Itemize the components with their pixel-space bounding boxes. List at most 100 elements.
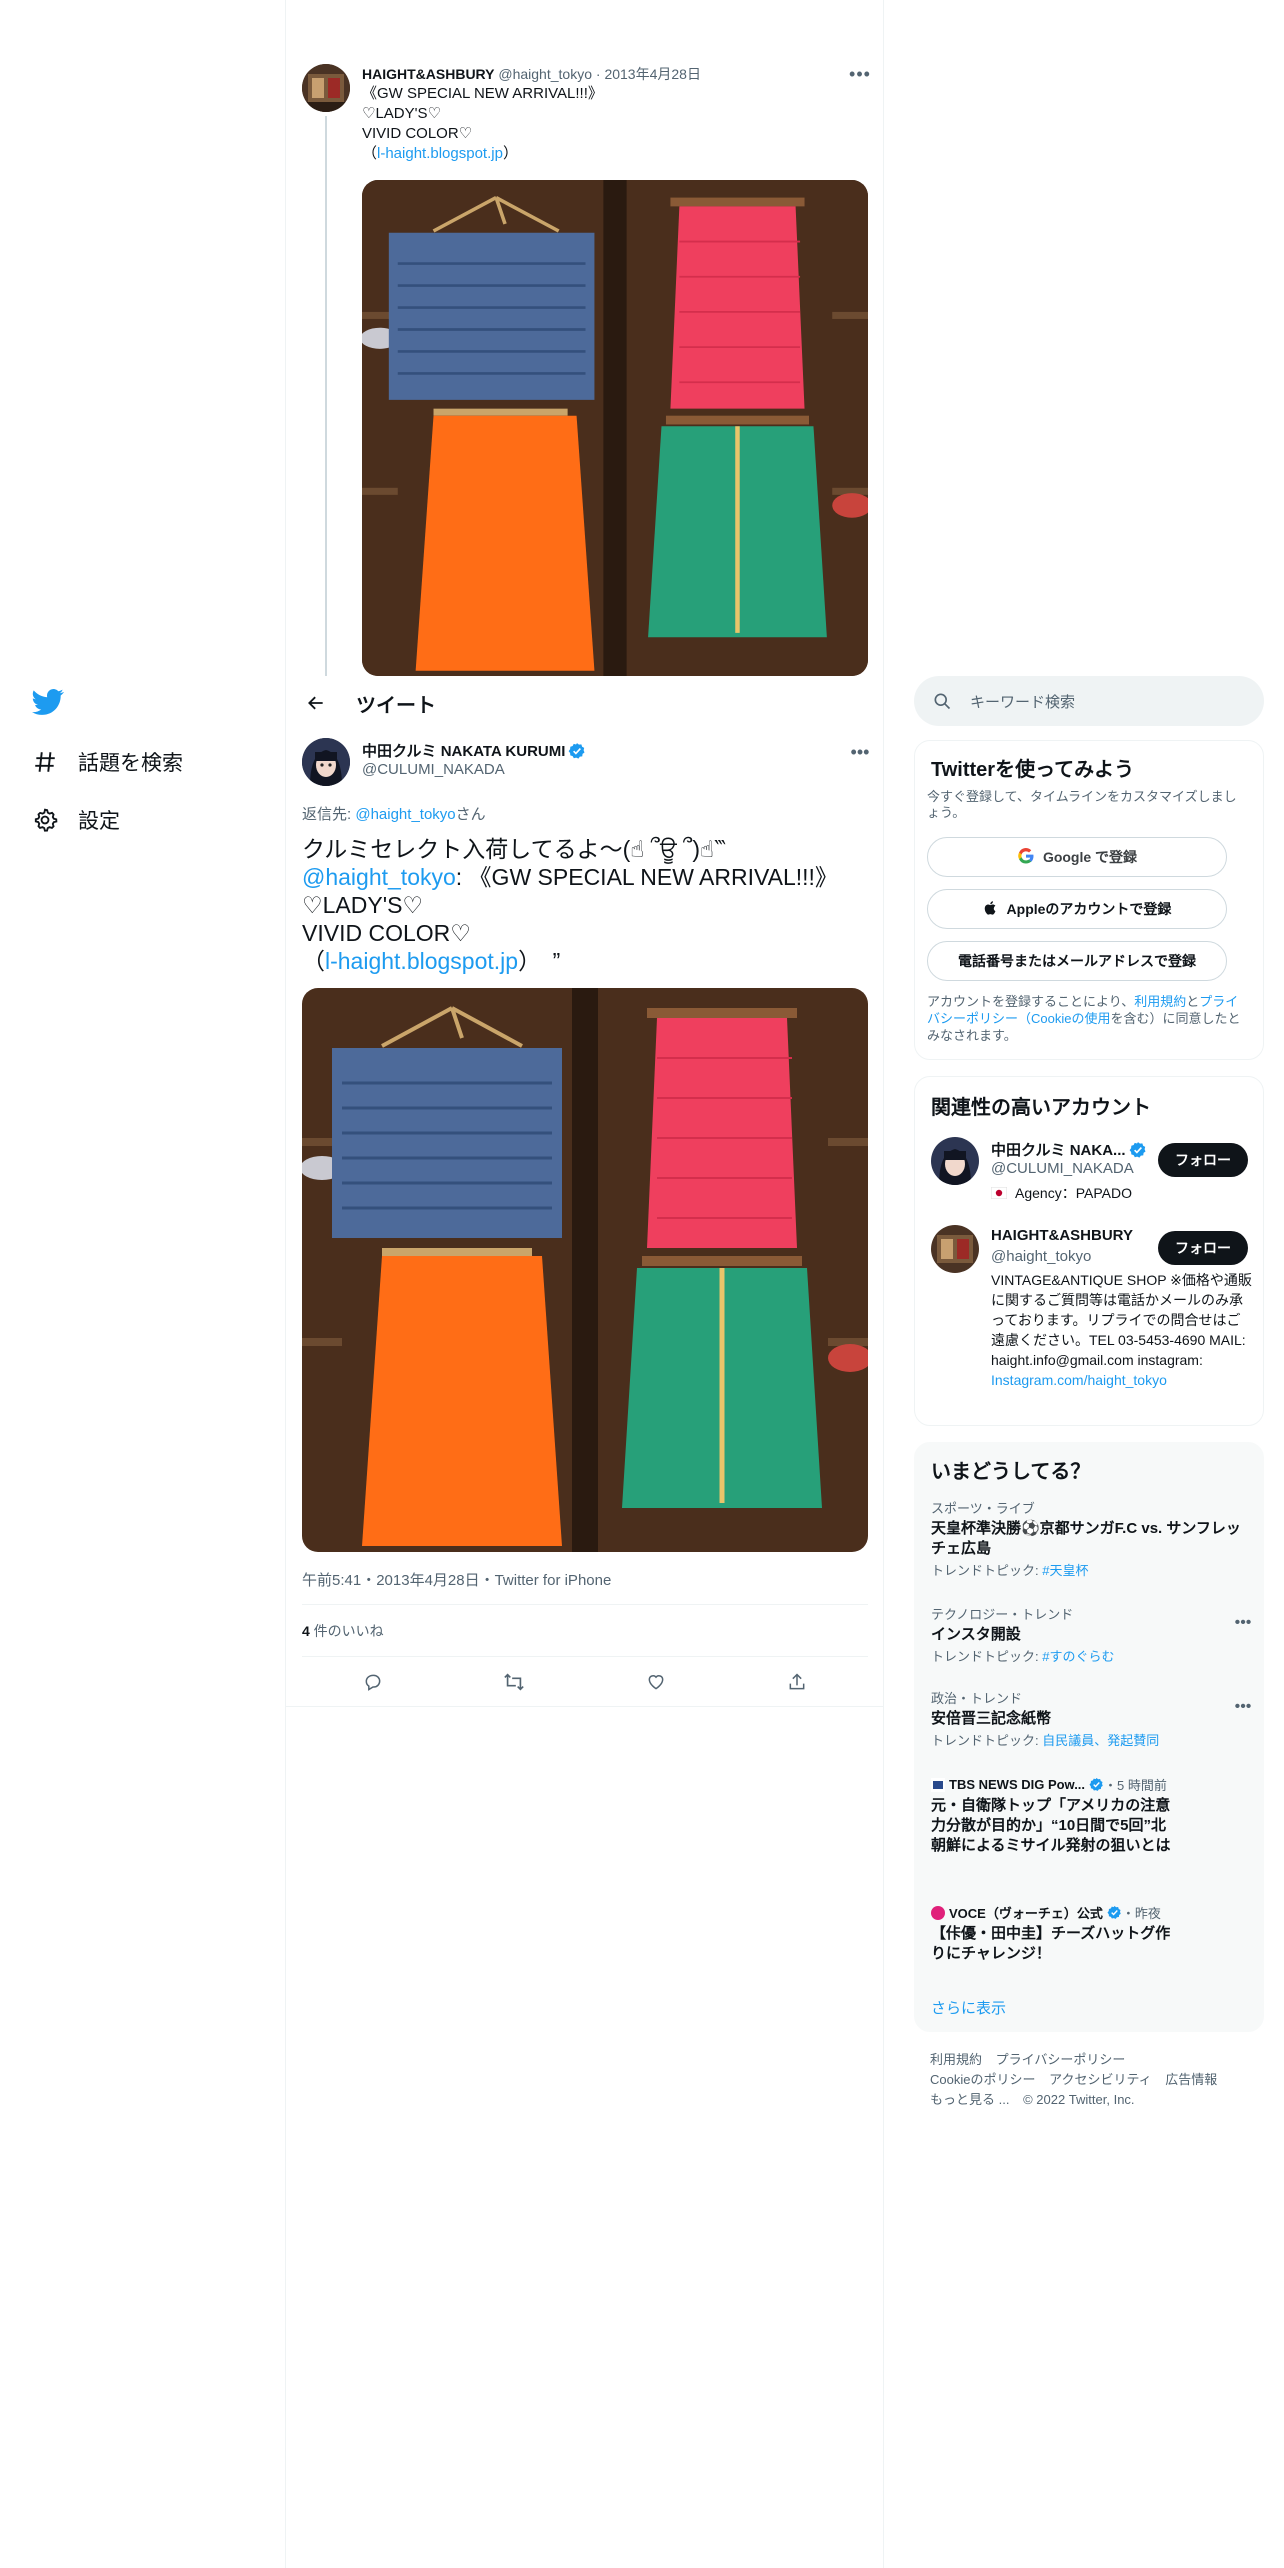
trend-subtitle: トレンドトピック: 自民議員、発起賛同 [931, 1733, 1251, 1749]
related-account-handle[interactable]: @haight_tokyo [991, 1248, 1091, 1265]
footer-link-terms[interactable]: 利用規約 [930, 2052, 982, 2067]
page-title: ツイート [356, 694, 436, 717]
parent-tweet-more-icon[interactable]: ••• [848, 62, 872, 86]
trend-subtitle: トレンドトピック: #天皇杯 [931, 1563, 1251, 1579]
nav-explore-label: 話題を検索 [78, 752, 183, 775]
left-navigation: 話題を検索 設定 [0, 0, 286, 2568]
parent-tweet-avatar[interactable] [302, 64, 350, 112]
divider [302, 1604, 868, 1605]
back-arrow-icon[interactable] [298, 685, 334, 721]
main-tweet-more-icon[interactable]: ••• [848, 740, 872, 764]
main-tweet-photo[interactable] [302, 988, 868, 1552]
parent-tweet-photo[interactable] [362, 180, 868, 676]
main-tweet-link[interactable]: l-haight.blogspot.jp [325, 948, 518, 974]
trend-topic-link[interactable]: #すのぐらむ [1042, 1649, 1114, 1664]
likes-label: 件のいいね [309, 1623, 384, 1639]
trend-item[interactable]: スポーツ・ライブ 天皇杯準決勝⚽京都サンガF.C vs. サンフレッチェ広島 ト… [931, 1501, 1251, 1579]
mention-link[interactable]: @haight_tokyo [302, 864, 456, 890]
main-tweet-author-name[interactable]: 中田クルミ NAKATA KURUMI [362, 740, 565, 761]
news-item[interactable]: VOCE（ヴォーチェ）公式 ・昨夜 【佧優・田中圭】チーズハットグ作りにチャレン… [931, 1903, 1251, 1964]
trend-context: 政治・トレンド [931, 1691, 1023, 1706]
terms-link[interactable]: 利用規約 [1134, 994, 1186, 1009]
twitter-logo-icon[interactable] [32, 686, 64, 718]
main-column: HAIGHT&ASHBURY @haight_tokyo · 2013年4月28… [286, 0, 884, 2568]
follow-button[interactable]: フォロー [1158, 1143, 1248, 1177]
related-account-bio: Agency：PAPADO [991, 1183, 1253, 1203]
verified-badge-icon [1129, 1141, 1147, 1159]
footer-link-cookies[interactable]: Cookieのポリシー [930, 2072, 1035, 2087]
gear-icon [30, 805, 60, 835]
signup-card: Twitterを使ってみよう 今すぐ登録して、タイムラインをカスタマイズしましょ… [914, 740, 1264, 1060]
main-tweet-paren: ） ” [518, 948, 561, 974]
trend-sub-prefix: トレンドトピック: [931, 1733, 1043, 1748]
news-item[interactable]: TBS NEWS DIG Pow... ・5 時間前 元・自衛隊トップ「アメリカ… [931, 1775, 1251, 1856]
like-heart-icon[interactable] [638, 1664, 674, 1700]
nav-explore[interactable]: 話題を検索 [30, 742, 183, 782]
thread-connector-line [325, 116, 327, 676]
trend-item[interactable]: 政治・トレンド 安倍晋三記念紙幣 トレンドトピック: 自民議員、発起賛同 [931, 1691, 1251, 1749]
follow-button[interactable]: フォロー [1158, 1231, 1248, 1265]
search-box[interactable]: キーワード検索 [914, 676, 1264, 726]
footer-link-privacy[interactable]: プライバシーポリシー [996, 2052, 1126, 2067]
related-accounts-card: 関連性の高いアカウント 中田クルミ NAKA... @CULUMI_NAKADA… [914, 1076, 1264, 1426]
related-account-avatar[interactable] [931, 1137, 979, 1185]
reply-icon[interactable] [355, 1664, 391, 1700]
right-sidebar: キーワード検索 Twitterを使ってみよう 今すぐ登録して、タイムラインをカス… [914, 0, 1264, 2568]
main-tweet-timestamp[interactable]: 午前5:41・2013年4月28日・Twitter for iPhone [302, 1569, 611, 1590]
signup-subtitle: 今すぐ登録して、タイムラインをカスタマイズしましょう。 [927, 789, 1237, 820]
likes-count-row[interactable]: 4 件のいいね [302, 1621, 384, 1641]
bio-instagram-link[interactable]: Instagram.com/haight_tokyo [991, 1372, 1167, 1388]
parent-tweet-link[interactable]: l-haight.blogspot.jp [377, 145, 503, 162]
reply-to-line: 返信先: @haight_tokyoさん [302, 803, 486, 824]
parent-tweet-date[interactable]: 2013年4月28日 [604, 66, 701, 82]
trend-sub-prefix: トレンドトピック: [931, 1563, 1043, 1578]
news-source-avatar [931, 1777, 945, 1792]
related-account-avatar[interactable] [931, 1225, 979, 1273]
trend-more-icon[interactable]: ••• [1233, 1613, 1253, 1633]
show-more-link[interactable]: さらに表示 [931, 1997, 1006, 2018]
trend-item[interactable]: テクノロジー・トレンド インスタ開設 トレンドトピック: #すのぐらむ [931, 1607, 1251, 1665]
parent-tweet-author-name[interactable]: HAIGHT&ASHBURY [362, 66, 494, 82]
related-account-name[interactable]: 中田クルミ NAKA... [991, 1139, 1147, 1160]
trend-more-icon[interactable]: ••• [1233, 1697, 1253, 1717]
parent-tweet-handle[interactable]: @haight_tokyo [498, 66, 592, 82]
search-input[interactable]: キーワード検索 [970, 691, 1075, 712]
trend-title: 天皇杯準決勝⚽京都サンガF.C vs. サンフレッチェ広島 [931, 1520, 1241, 1557]
parent-tweet-line: ♡LADY'S♡ [362, 105, 441, 122]
apple-signup-button[interactable]: Appleのアカウントで登録 [927, 889, 1227, 929]
related-account-handle[interactable]: @CULUMI_NAKADA [991, 1160, 1134, 1177]
nav-settings-label: 設定 [78, 810, 120, 833]
retweet-icon[interactable] [496, 1664, 532, 1700]
parent-tweet-separator: · [595, 66, 601, 82]
share-icon[interactable] [779, 1664, 815, 1700]
parent-tweet-paren: ） [502, 145, 518, 162]
signup-legal-text: アカウントを登録することにより、利用規約とプライバシーポリシー（Cookieの使… [927, 993, 1249, 1044]
main-tweet-line: ♡LADY'S♡ [302, 892, 424, 918]
signup-title: Twitterを使ってみよう [931, 759, 1135, 781]
likes-count: 4 [302, 1623, 310, 1639]
footer-link-more[interactable]: もっと見る ... [930, 2092, 1009, 2107]
related-account-name[interactable]: HAIGHT&ASHBURY [991, 1227, 1133, 1244]
reply-to-prefix: 返信先: [302, 806, 356, 823]
main-tweet-author[interactable]: 中田クルミ NAKATA KURUMI [362, 740, 586, 761]
trend-sub-prefix: トレンドトピック: [931, 1649, 1043, 1664]
google-signup-button[interactable]: Google で登録 [927, 837, 1227, 877]
trend-topic-link[interactable]: 自民議員、発起賛同 [1042, 1733, 1159, 1748]
phone-email-signup-button[interactable]: 電話番号またはメールアドレスで登録 [927, 941, 1227, 981]
news-headline: 【佧優・田中圭】チーズハットグ作りにチャレンジ！ [931, 1925, 1171, 1962]
main-tweet-avatar[interactable] [302, 738, 350, 786]
hashtag-icon [30, 747, 60, 777]
main-tweet-handle[interactable]: @CULUMI_NAKADA [362, 761, 505, 778]
verified-badge-icon [1107, 1905, 1122, 1920]
parent-tweet-header: HAIGHT&ASHBURY @haight_tokyo · 2013年4月28… [362, 64, 872, 84]
phone-signup-label: 電話番号またはメールアドレスで登録 [958, 953, 1196, 969]
main-tweet-text: クルミセレクト入荷してるよ～(☝ ՞ਊ ՞)☝‷ @haight_tokyo: … [302, 835, 862, 975]
news-time: ・昨夜 [1121, 1906, 1161, 1921]
footer-link-ads[interactable]: 広告情報 [1165, 2072, 1217, 2087]
trend-topic-link[interactable]: #天皇杯 [1042, 1563, 1088, 1578]
nav-settings[interactable]: 設定 [30, 800, 120, 840]
footer-link-accessibility[interactable]: アクセシビリティ [1049, 2072, 1152, 2087]
reply-to-handle-link[interactable]: @haight_tokyo [355, 806, 455, 823]
search-icon [932, 691, 952, 711]
trend-title: インスタ開設 [931, 1626, 1021, 1643]
